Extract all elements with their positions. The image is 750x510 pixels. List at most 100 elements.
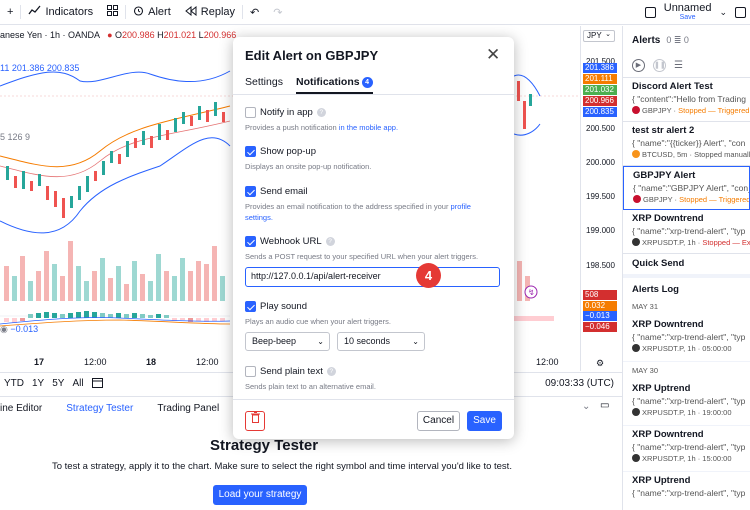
- more-icon[interactable]: ⌄: [582, 401, 590, 412]
- list-icon[interactable]: ☰: [674, 60, 683, 71]
- low-value: 200.966: [203, 30, 237, 40]
- dot-icon: ●: [107, 30, 113, 40]
- plain-text-desc: Sends plain text to an alternative email…: [245, 382, 376, 391]
- settings-link[interactable]: settings.: [245, 213, 273, 222]
- eye-icon[interactable]: ◉: [0, 324, 8, 334]
- time-label: 12:00: [84, 357, 107, 367]
- log-message: { "name":"xrp-trend-alert", "typ: [632, 396, 746, 406]
- help-icon[interactable]: ?: [326, 367, 336, 376]
- utc-clock[interactable]: 09:03:33 (UTC): [545, 378, 614, 389]
- tab-strategy-tester[interactable]: Strategy Tester: [54, 403, 145, 414]
- xrp-icon: [632, 454, 640, 462]
- symbol-title[interactable]: anese Yen · 1h · OANDA: [0, 30, 100, 40]
- log-message: { "name":"xrp-trend-alert", "typ: [632, 488, 746, 498]
- alert-item-selected[interactable]: GBPJPY Alert { "name":"GBPJPY Alert", "c…: [623, 166, 750, 210]
- tab-settings[interactable]: Settings: [245, 76, 283, 88]
- help-icon[interactable]: ?: [325, 237, 335, 246]
- help-icon[interactable]: ?: [316, 108, 326, 117]
- log-item[interactable]: XRP Uptrend { "name":"xrp-trend-alert", …: [623, 380, 750, 426]
- chart-settings-icon[interactable]: ⚙: [596, 358, 604, 369]
- alert-status: Stopped — Ex: [702, 238, 750, 247]
- flag-icon[interactable]: ↯: [524, 285, 538, 299]
- close-icon[interactable]: ✕: [486, 45, 500, 65]
- tab-notifications[interactable]: Notifications 4: [296, 76, 373, 94]
- alert-item[interactable]: test str alert 2 { "name":"{{ticker}} Al…: [623, 122, 750, 166]
- plain-text-checkbox[interactable]: [245, 366, 256, 377]
- currency-select[interactable]: JPY ⌄: [583, 30, 615, 42]
- volume-tag: 508: [583, 290, 617, 300]
- calendar-icon[interactable]: [88, 377, 107, 391]
- notify-app-option: Notify in app? Provides a push notificat…: [245, 107, 398, 132]
- layout-grid-button[interactable]: [100, 0, 125, 25]
- log-day: MAY 31: [632, 302, 658, 311]
- macd-value: −0.013: [10, 324, 39, 334]
- plain-text-option: Send plain text? Sends plain text to an …: [245, 366, 376, 391]
- alert-symbol: BTCUSD, 5m: [642, 150, 688, 159]
- log-item[interactable]: XRP Downtrend { "name":"xrp-trend-alert"…: [623, 426, 750, 472]
- range-1y[interactable]: 1Y: [28, 378, 48, 389]
- alert-message: { "content":"Hello from Trading: [632, 94, 746, 104]
- notify-app-checkbox[interactable]: [245, 107, 256, 118]
- open-value: 200.986: [122, 30, 155, 40]
- play-icon[interactable]: ▶: [632, 59, 645, 72]
- layout-name[interactable]: Unnamed Save: [664, 2, 712, 23]
- log-message: { "name":"xrp-trend-alert", "typ: [632, 332, 746, 342]
- quick-send-header[interactable]: Quick Send: [623, 254, 750, 274]
- layout-save-status: Save: [679, 13, 696, 21]
- tab-pine-editor[interactable]: ine Editor: [0, 403, 54, 414]
- macd-signal-tag: −0.013: [583, 311, 617, 321]
- range-ytd[interactable]: YTD: [0, 378, 28, 389]
- layout-toggle-box[interactable]: [644, 7, 656, 18]
- log-item[interactable]: XRP Downtrend { "name":"xrp-trend-alert"…: [623, 316, 750, 362]
- cancel-button[interactable]: Cancel: [417, 411, 460, 431]
- add-symbol-button[interactable]: +: [0, 0, 20, 25]
- alert-button[interactable]: Alert: [126, 0, 178, 25]
- alert-meta: GBPJPY · Stopped — Triggered: [632, 106, 750, 115]
- indicators-button[interactable]: Indicators: [21, 0, 100, 25]
- load-strategy-button[interactable]: Load your strategy: [213, 485, 307, 505]
- redo-button[interactable]: ↷: [266, 0, 289, 25]
- duration-value: 10 seconds: [344, 336, 391, 346]
- alert-item[interactable]: XRP Downtrend { "name":"xrp-trend-alert"…: [623, 210, 750, 254]
- profile-link[interactable]: profile: [451, 202, 471, 211]
- indicators-label: Indicators: [45, 6, 94, 18]
- range-all[interactable]: All: [68, 378, 87, 389]
- log-meta: XRPUSDT.P, 1h · 15:00:00: [632, 454, 750, 463]
- sound-select[interactable]: Beep-beep ⌄: [245, 332, 330, 351]
- alert-symbol: GBPJPY: [643, 195, 673, 204]
- tab-trading-panel[interactable]: Trading Panel: [145, 403, 231, 414]
- range-5y[interactable]: 5Y: [48, 378, 68, 389]
- mobile-app-link[interactable]: in the mobile app.: [339, 123, 398, 132]
- chevron-down-icon[interactable]: ⌄: [719, 7, 727, 18]
- strategy-tester-description: To test a strategy, apply it to the char…: [52, 461, 512, 472]
- chevron-down-icon: ⌄: [317, 337, 324, 346]
- send-email-desc: Provides an email notification to the ad…: [245, 202, 449, 211]
- show-popup-checkbox[interactable]: [245, 146, 256, 157]
- pause-icon[interactable]: ❚❚: [653, 59, 666, 72]
- maximize-icon[interactable]: ▭: [600, 400, 609, 411]
- play-sound-checkbox[interactable]: [245, 301, 256, 312]
- log-meta: XRPUSDT.P, 1h · 19:00:00: [632, 408, 750, 417]
- show-popup-desc: Displays an onsite pop-up notification.: [245, 162, 372, 171]
- alert-item[interactable]: Discord Alert Test { "content":"Hello fr…: [623, 78, 750, 122]
- xrp-icon: [632, 408, 640, 416]
- duration-select[interactable]: 10 seconds ⌄: [337, 332, 425, 351]
- log-meta: XRPUSDT.P, 1h · 05:00:00: [632, 344, 750, 353]
- log-meta-text: XRPUSDT.P, 1h · 19:00:00: [642, 408, 732, 417]
- alerts-log-header: Alerts Log: [623, 274, 750, 298]
- log-day: MAY 30: [632, 366, 658, 375]
- alert-message: { "name":"{{ticker}} Alert", "con: [632, 138, 746, 148]
- undo-button[interactable]: ↶: [243, 0, 266, 25]
- save-button[interactable]: Save: [467, 411, 502, 431]
- trash-icon[interactable]: [245, 411, 265, 431]
- webhook-checkbox[interactable]: [245, 236, 256, 247]
- log-name: XRP Uptrend: [632, 475, 691, 486]
- show-popup-label: Show pop-up: [260, 146, 316, 157]
- send-email-checkbox[interactable]: [245, 186, 256, 197]
- layout-options-box[interactable]: [735, 7, 746, 18]
- webhook-url-input[interactable]: http://127.0.0.1/api/alert-receiver: [245, 267, 500, 287]
- replay-button[interactable]: Replay: [178, 0, 242, 25]
- webhook-desc: Sends a POST request to your specified U…: [245, 252, 479, 261]
- alerts-counts: 0 ≣ 0: [666, 34, 689, 45]
- log-item[interactable]: XRP Uptrend { "name":"xrp-trend-alert", …: [623, 472, 750, 510]
